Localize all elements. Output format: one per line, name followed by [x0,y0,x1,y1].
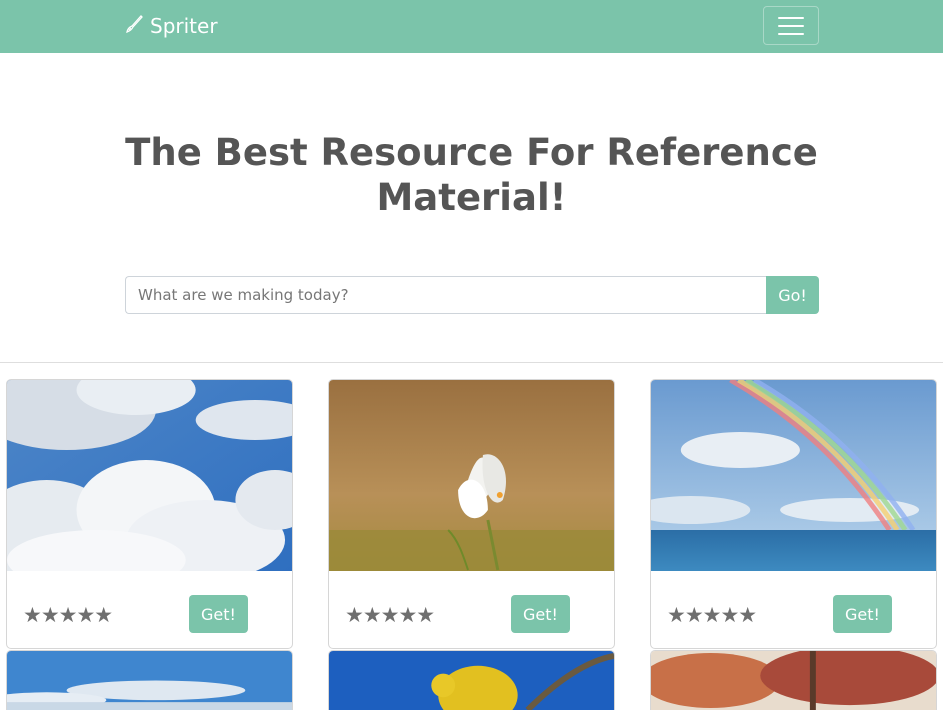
rating-stars[interactable]: ★★★★★ [23,603,113,627]
brand-link[interactable]: Spriter [124,12,218,40]
rainbow-over-sea-image[interactable] [651,380,936,571]
page-title-line-2: Material! [376,176,567,219]
navbar-toggle-button[interactable] [763,6,819,45]
search-input[interactable] [125,276,766,314]
image-card [328,650,615,710]
section-divider [0,362,943,363]
search-bar: Go! [125,276,819,314]
autumn-tree-image[interactable] [651,651,936,710]
yellow-bird-on-branch-image[interactable] [329,651,614,710]
hamburger-icon-bar [778,32,804,35]
get-button[interactable]: Get! [511,595,570,633]
rating-stars[interactable]: ★★★★★ [667,603,757,627]
clouds-sky-image[interactable] [7,380,292,571]
hamburger-icon [778,16,804,19]
get-button[interactable]: Get! [189,595,248,633]
image-card: ★★★★★ Get! [6,379,293,649]
navbar: Spriter [0,0,943,53]
image-card: ★★★★★ Get! [650,379,937,649]
image-card [650,650,937,710]
white-crocus-flower-image[interactable] [329,380,614,571]
get-button[interactable]: Get! [833,595,892,633]
image-card: ★★★★★ Get! [328,379,615,649]
brush-icon [124,14,144,39]
page-title: The Best Resource For Reference Material… [100,130,843,220]
rating-stars[interactable]: ★★★★★ [345,603,435,627]
page-title-line-1: The Best Resource For Reference [125,131,818,174]
brand-name: Spriter [150,14,218,38]
hamburger-icon-bar [778,24,804,27]
image-card [6,650,293,710]
blue-sky-horizon-image[interactable] [7,651,292,710]
search-go-button[interactable]: Go! [766,276,819,314]
